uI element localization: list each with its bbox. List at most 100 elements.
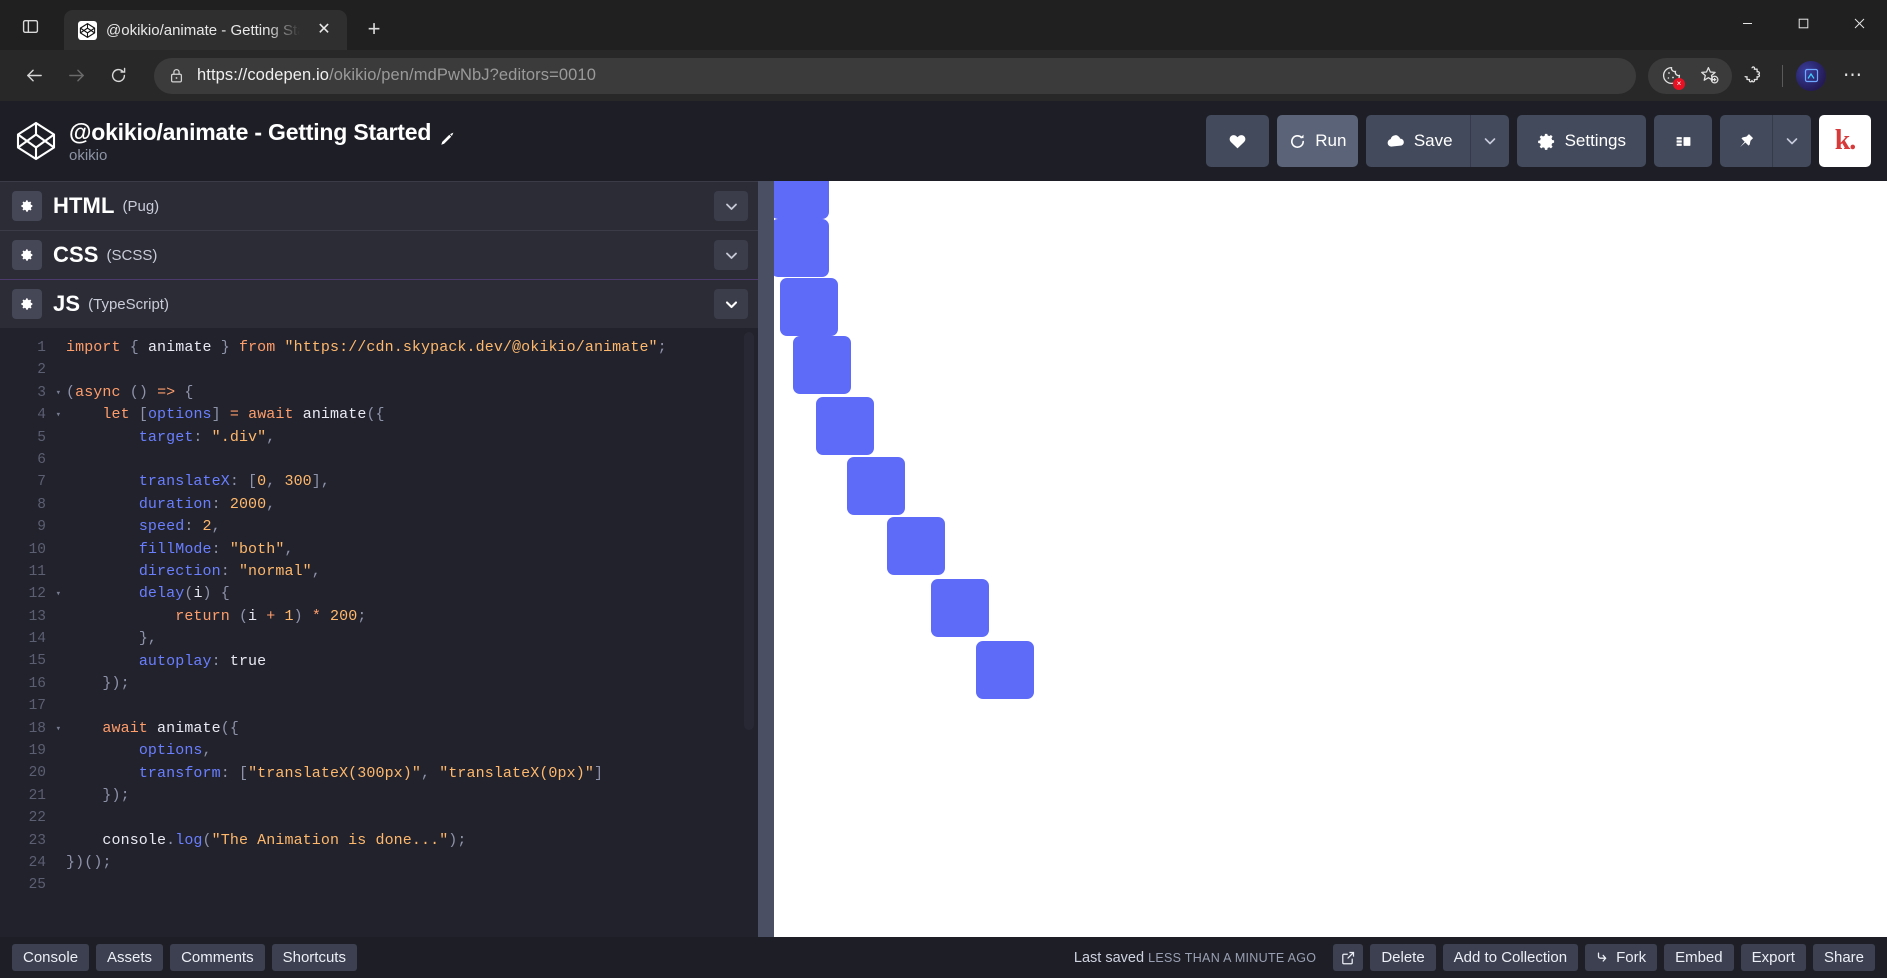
back-icon[interactable] (14, 56, 54, 96)
pane-lang-css: (SCSS) (106, 246, 158, 264)
pane-header-css[interactable]: CSS (SCSS) (0, 230, 758, 279)
preview-pane[interactable] (774, 181, 1887, 937)
line-number: 19 (28, 743, 46, 760)
js-editor[interactable]: 1 2 3 ▾ 4 ▾ 5 6 7 8 9 10 11 12 ▾ 13 14 15 16 17 18 ▾ 19 20 21 22 2… (0, 328, 758, 937)
new-tab-button[interactable]: + (357, 12, 391, 46)
open-external-button[interactable] (1333, 944, 1364, 971)
fold-arrow-icon[interactable]: ▾ (51, 718, 61, 740)
code-line: }); (102, 787, 130, 805)
delete-button[interactable]: Delete (1370, 944, 1436, 971)
tab-search-icon[interactable] (10, 6, 50, 46)
line-number: 4 ▾ (0, 404, 61, 426)
site-controls-group: × (1648, 57, 1732, 94)
run-button[interactable]: Run (1276, 115, 1358, 167)
save-button[interactable]: Save (1365, 115, 1470, 167)
embed-button[interactable]: Embed (1664, 944, 1734, 971)
close-icon[interactable]: ✕ (311, 17, 337, 43)
fold-arrow-icon[interactable]: ▾ (51, 583, 61, 605)
pin-icon (1739, 133, 1753, 147)
user-avatar[interactable]: k. (1819, 115, 1871, 167)
pen-edit-icon[interactable] (440, 125, 455, 145)
love-button[interactable] (1205, 115, 1269, 167)
line-number: 9 (37, 519, 46, 536)
settings-label: Settings (1564, 131, 1626, 150)
line-number: 13 (28, 608, 46, 625)
last-saved-status: Last saved LESS THAN A MINUTE AGO (1074, 950, 1316, 966)
maximize-icon[interactable] (1775, 0, 1831, 46)
line-number: 12 ▾ (0, 583, 61, 605)
pin-split-button (1720, 115, 1811, 167)
fork-button[interactable]: Fork (1585, 944, 1658, 971)
footer-tab-comments[interactable]: Comments (170, 944, 265, 971)
pin-button[interactable] (1720, 115, 1772, 167)
footer-tab-shortcuts[interactable]: Shortcuts (271, 944, 357, 971)
close-window-icon[interactable] (1831, 0, 1887, 46)
chevron-down-icon (1484, 138, 1495, 145)
last-saved-prefix: Last saved (1073, 949, 1145, 966)
settings-button[interactable]: Settings (1516, 115, 1646, 167)
gear-icon[interactable] (12, 289, 42, 319)
pen-author[interactable]: okikio (69, 147, 455, 164)
add-favorite-icon[interactable] (1690, 58, 1728, 94)
fork-icon (1597, 952, 1607, 962)
reload-icon[interactable] (98, 56, 138, 96)
line-number: 8 (37, 496, 46, 513)
profile-avatar[interactable] (1796, 60, 1826, 91)
animated-square (774, 219, 829, 277)
browser-toolbar: https://codepen.io/okikio/pen/mdPwNbJ?ed… (0, 50, 1887, 101)
extensions-icon[interactable] (1735, 58, 1773, 94)
line-number: 17 (28, 698, 46, 715)
tab-strip: @okikio/animate - Getting Starte ✕ + (0, 0, 391, 50)
pane-splitter[interactable] (758, 181, 774, 937)
code-line: duration: 2000, (138, 495, 276, 513)
lock-icon (168, 67, 185, 84)
editor-scrollbar[interactable] (740, 328, 758, 937)
page-title: @okikio/animate - Getting Started (69, 119, 455, 146)
code-scroll: 1 2 3 ▾ 4 ▾ 5 6 7 8 9 10 11 12 ▾ 13 14 15 16 17 18 ▾ 19 20 21 22 2… (0, 328, 740, 937)
gear-icon (1537, 133, 1554, 150)
line-number: 16 (28, 675, 46, 692)
scrollbar-thumb[interactable] (744, 332, 754, 730)
layout-button[interactable] (1654, 115, 1712, 167)
animated-square (847, 457, 905, 515)
line-number: 22 (28, 810, 46, 827)
pane-collapse-html[interactable] (714, 191, 748, 221)
code-line: }, (138, 630, 158, 648)
browser-tab[interactable]: @okikio/animate - Getting Starte ✕ (64, 10, 347, 50)
code-content[interactable]: import { animate } from "https://cdn.sky… (50, 328, 740, 937)
animated-square (816, 397, 874, 455)
pane-collapse-js[interactable] (714, 289, 748, 319)
export-button[interactable]: Export (1740, 944, 1806, 971)
pane-header-js[interactable]: JS (TypeScript) (0, 279, 758, 328)
code-line: import { animate } from "https://cdn.sky… (66, 339, 667, 356)
pin-options-caret[interactable] (1772, 115, 1811, 167)
footer-tab-console[interactable]: Console (12, 944, 90, 971)
more-menu-icon[interactable]: ⋯ (1833, 58, 1873, 94)
code-line: speed: 2, (138, 518, 221, 536)
forward-icon[interactable] (56, 56, 96, 96)
line-number: 6 (37, 451, 46, 468)
share-button[interactable]: Share (1812, 944, 1875, 971)
pane-collapse-css[interactable] (714, 240, 748, 270)
url-scheme: https:// (197, 66, 248, 84)
address-bar[interactable]: https://codepen.io/okikio/pen/mdPwNbJ?ed… (154, 57, 1636, 94)
codepen-logo[interactable] (14, 119, 58, 163)
pane-lang-js: (TypeScript) (88, 295, 169, 313)
animated-square (780, 278, 838, 336)
code-line: autoplay: true (138, 652, 267, 670)
fold-arrow-icon[interactable]: ▾ (51, 404, 61, 426)
minimize-icon[interactable] (1719, 0, 1775, 46)
cookie-blocked-icon[interactable]: × (1652, 58, 1690, 94)
gear-icon[interactable] (12, 191, 42, 221)
save-options-caret[interactable] (1469, 115, 1509, 167)
add-to-collection-button[interactable]: Add to Collection (1442, 944, 1579, 971)
fold-arrow-icon[interactable]: ▾ (51, 382, 61, 404)
tab-title: @okikio/animate - Getting Starte (106, 21, 302, 39)
url-path: /okikio/pen/mdPwNbJ?editors=0010 (329, 66, 596, 84)
pane-header-html[interactable]: HTML (Pug) (0, 181, 758, 230)
line-number: 5 (37, 429, 46, 446)
gear-icon[interactable] (12, 240, 42, 270)
footer-tab-assets[interactable]: Assets (96, 944, 164, 971)
